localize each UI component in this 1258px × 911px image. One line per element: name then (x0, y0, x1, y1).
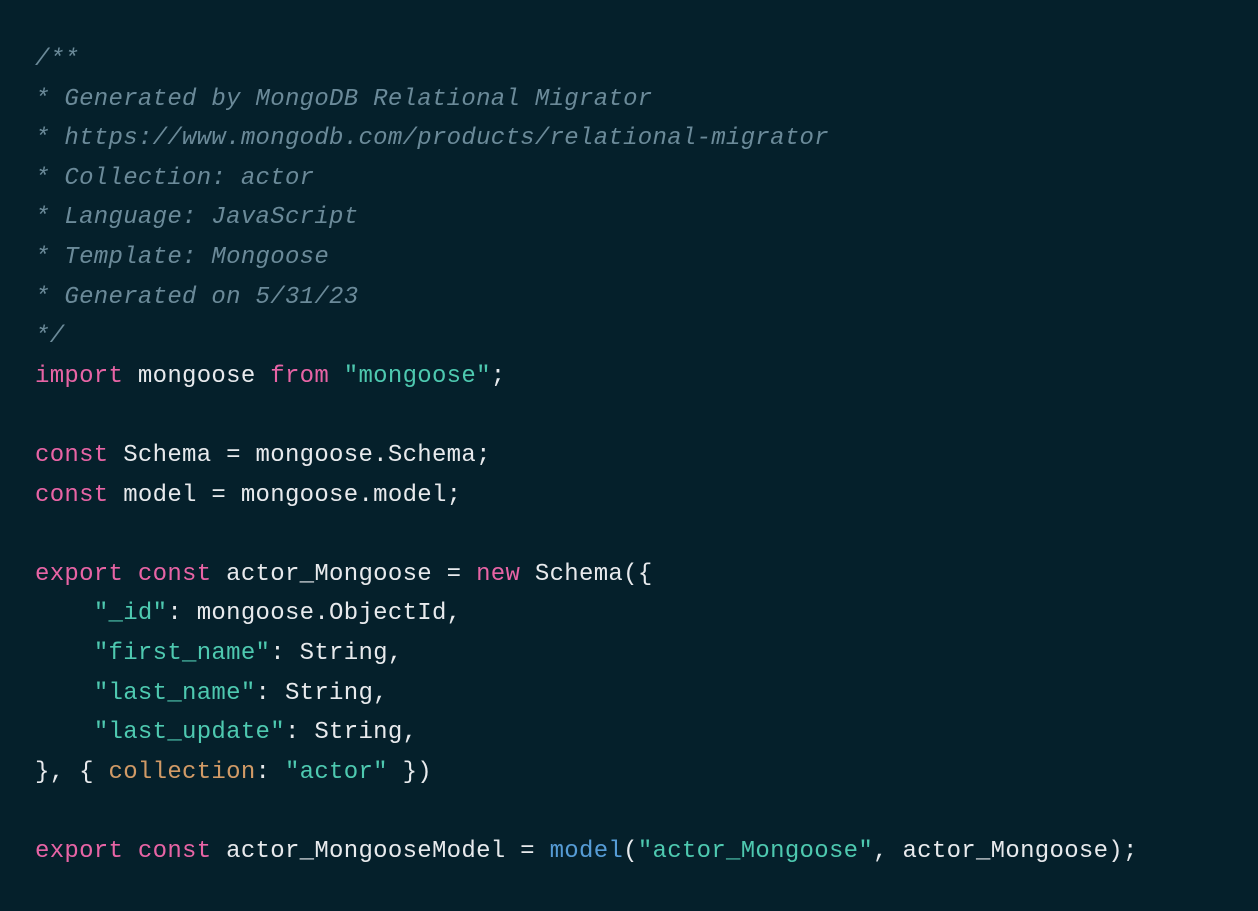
import-module: "mongoose" (344, 363, 491, 390)
collection-value-prefix: : (256, 759, 285, 786)
new-keyword: new (476, 561, 520, 588)
semicolon: ; (491, 363, 506, 390)
model-function: model (550, 838, 624, 865)
import-keyword: import (35, 363, 123, 390)
field-first-name-type: : String, (270, 640, 402, 667)
model-var-name: actor_MongooseModel = (226, 838, 549, 865)
field-id: "_id" (94, 600, 168, 627)
field-last-update-type: : String, (285, 719, 417, 746)
close-paren: }) (388, 759, 432, 786)
field-last-name: "last_name" (94, 680, 256, 707)
comment-line: */ (35, 323, 64, 350)
code-block: /** * Generated by MongoDB Relational Mi… (35, 40, 1223, 871)
field-last-name-type: : String, (256, 680, 388, 707)
from-keyword: from (270, 363, 329, 390)
const-keyword: const (35, 442, 109, 469)
collection-value: "actor" (285, 759, 388, 786)
const-keyword: const (138, 561, 212, 588)
collection-property: collection (109, 759, 256, 786)
comment-line: /** (35, 46, 79, 73)
const-keyword: const (138, 838, 212, 865)
model-declaration: model = mongoose.model; (123, 482, 461, 509)
comment-line: * https://www.mongodb.com/products/relat… (35, 125, 829, 152)
comment-line: * Language: JavaScript (35, 204, 358, 231)
field-first-name: "first_name" (94, 640, 270, 667)
comment-line: * Collection: actor (35, 165, 314, 192)
comment-line: * Generated by MongoDB Relational Migrat… (35, 86, 653, 113)
close-brace: }, { (35, 759, 109, 786)
model-arg1: "actor_Mongoose" (638, 838, 873, 865)
import-name: mongoose (138, 363, 256, 390)
comment-line: * Template: Mongoose (35, 244, 329, 271)
field-id-type: : mongoose.ObjectId, (167, 600, 461, 627)
model-arg2: , actor_Mongoose); (873, 838, 1138, 865)
actor-mongoose-name: actor_Mongoose = (226, 561, 476, 588)
schema-call: Schema({ (520, 561, 652, 588)
export-keyword: export (35, 561, 123, 588)
open-paren: ( (623, 838, 638, 865)
export-keyword: export (35, 838, 123, 865)
field-last-update: "last_update" (94, 719, 285, 746)
comment-line: * Generated on 5/31/23 (35, 284, 358, 311)
const-keyword: const (35, 482, 109, 509)
schema-declaration: Schema = mongoose.Schema; (123, 442, 491, 469)
